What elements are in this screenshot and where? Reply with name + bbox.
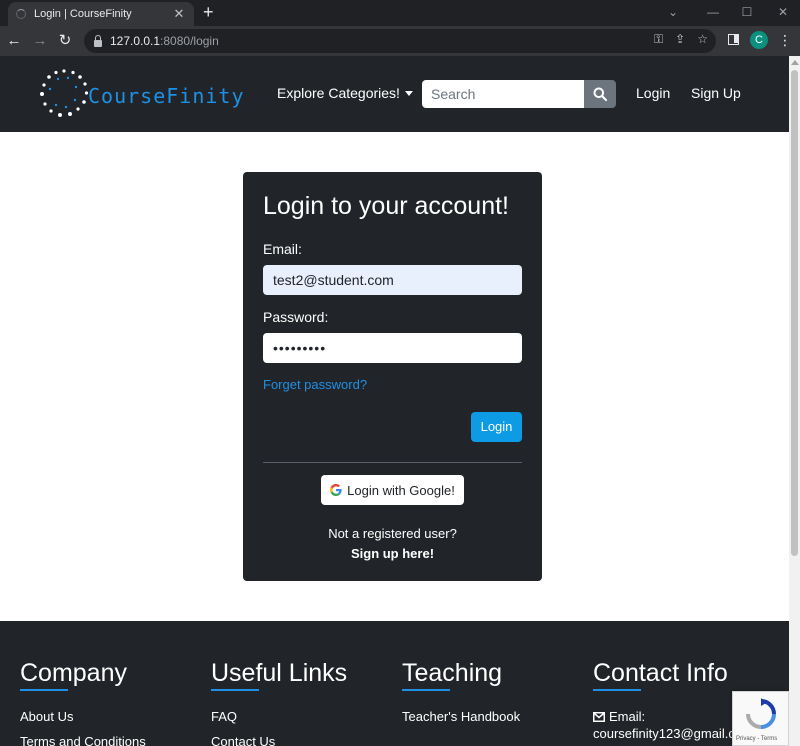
not-registered-text: Not a registered user? [328, 526, 457, 541]
footer-link-faq[interactable]: FAQ [211, 709, 347, 724]
footer-email-address[interactable]: coursefinity123@gmail.com [593, 726, 753, 741]
site-footer: Company About Us Terms and Conditions Us… [0, 621, 789, 746]
recaptcha-badge[interactable]: Privacy - Terms [732, 691, 789, 746]
maximize-icon[interactable]: ☐ [732, 0, 762, 26]
google-login-button[interactable]: Login with Google! [321, 475, 464, 505]
coursefinity-logo-icon[interactable] [38, 67, 90, 119]
key-icon[interactable]: ⚿ [654, 32, 663, 47]
brand-name[interactable]: CourseFinity [88, 84, 245, 108]
explore-categories-dropdown[interactable]: Explore Categories! [277, 85, 413, 101]
browser-tab[interactable]: Login | CourseFinity ✕ [8, 2, 194, 26]
scrollbar-thumb[interactable] [791, 70, 798, 556]
url-host: 127.0.0.1 [110, 34, 161, 48]
footer-useful-links-column: Useful Links FAQ Contact Us [211, 659, 347, 746]
browser-menu-icon[interactable]: ⋮ [778, 30, 792, 50]
password-label: Password: [263, 309, 329, 325]
scroll-up-arrow-icon[interactable] [791, 60, 799, 65]
footer-link-terms[interactable]: Terms and Conditions [20, 734, 146, 746]
footer-link-contact-us[interactable]: Contact Us [211, 734, 347, 746]
recaptcha-text[interactable]: Privacy - Terms [736, 736, 777, 742]
google-icon [330, 484, 342, 496]
signup-here-link[interactable]: Sign up here! [243, 546, 542, 561]
heading-underline [402, 689, 450, 691]
envelope-icon [593, 711, 605, 722]
page-title: Login to your account! [263, 192, 509, 220]
back-icon[interactable]: ← [4, 31, 24, 51]
loading-spinner-icon [16, 9, 26, 19]
browser-tabstrip: Login | CourseFinity ✕ + ⌄ — ☐ ✕ [0, 0, 800, 26]
minimize-icon[interactable]: — [698, 0, 728, 26]
profile-avatar[interactable]: C [750, 31, 768, 49]
email-label: Email: [263, 241, 302, 257]
google-login-label: Login with Google! [347, 482, 455, 498]
caret-down-icon [404, 90, 413, 96]
footer-link-teachers-handbook[interactable]: Teacher's Handbook [402, 709, 520, 724]
bookmark-star-icon[interactable]: ☆ [697, 32, 708, 47]
footer-email-label: Email: [609, 709, 646, 724]
footer-contact-heading: Contact Info [593, 659, 728, 687]
browser-toolbar: ← → ↻ 127.0.0.1:8080/login ⚿ ⇪ ☆ C ⋮ [0, 26, 800, 56]
lock-icon[interactable] [94, 34, 102, 47]
address-bar-icons: ⚿ ⇪ ☆ [654, 32, 708, 47]
search-button[interactable] [584, 80, 616, 108]
recaptcha-icon [746, 698, 776, 729]
share-icon[interactable]: ⇪ [675, 32, 685, 47]
side-panel-icon[interactable] [728, 34, 739, 45]
password-field[interactable] [263, 333, 522, 363]
address-bar[interactable]: 127.0.0.1:8080/login ⚿ ⇪ ☆ [84, 29, 716, 53]
nav-signup-link[interactable]: Sign Up [691, 85, 741, 101]
nav-login-link[interactable]: Login [636, 85, 670, 101]
divider [263, 462, 522, 463]
heading-underline [593, 689, 641, 691]
login-card: Login to your account! Email: Password: … [243, 172, 542, 581]
footer-company-column: Company About Us Terms and Conditions [20, 659, 146, 746]
site-navbar: CourseFinity Explore Categories! Login S… [0, 56, 789, 132]
footer-useful-links-heading: Useful Links [211, 659, 348, 687]
login-button[interactable]: Login [471, 412, 522, 442]
heading-underline [20, 689, 68, 691]
search-icon [593, 87, 607, 101]
tab-search-icon[interactable]: ⌄ [658, 0, 688, 26]
footer-link-about-us[interactable]: About Us [20, 709, 146, 724]
footer-company-heading: Company [20, 659, 127, 687]
url-path: :8080/login [160, 34, 219, 48]
reload-icon[interactable]: ↻ [55, 31, 75, 51]
new-tab-icon[interactable]: + [203, 3, 214, 21]
footer-teaching-heading: Teaching [402, 659, 503, 687]
footer-teaching-column: Teaching Teacher's Handbook [402, 659, 520, 724]
page-scrollbar[interactable] [789, 56, 800, 746]
email-field[interactable] [263, 265, 522, 295]
footer-contact-column: Contact Info Email: coursefinity123@gmai… [593, 659, 753, 741]
close-window-icon[interactable]: ✕ [768, 0, 798, 26]
footer-email-row: Email: [593, 709, 753, 724]
explore-categories-label: Explore Categories! [277, 85, 400, 101]
heading-underline [211, 689, 259, 691]
page-viewport: CourseFinity Explore Categories! Login S… [0, 56, 789, 746]
forgot-password-link[interactable]: Forget password? [263, 377, 367, 392]
search-input[interactable] [422, 80, 584, 108]
tab-close-icon[interactable]: ✕ [172, 6, 186, 22]
tab-title: Login | CourseFinity [34, 8, 132, 20]
forward-icon[interactable]: → [30, 31, 50, 51]
